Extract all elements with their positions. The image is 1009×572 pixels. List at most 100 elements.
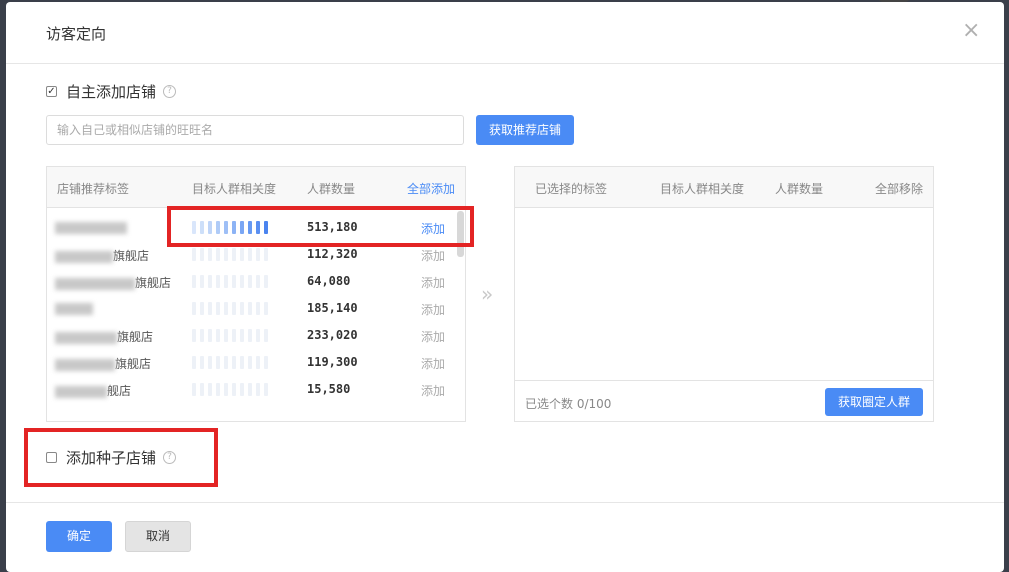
self-add-checkbox[interactable]: ✓ (46, 86, 57, 97)
table-row: 舰店 15,580 添加 (47, 376, 457, 403)
relevance-segment (200, 221, 204, 234)
relevance-segment (192, 221, 196, 234)
seed-store-label: 添加种子店铺 (66, 449, 157, 467)
col-audience-size: 人群数量 (775, 182, 824, 196)
relevance-segment (264, 356, 268, 369)
shop-name-suffix: 旗舰店 (113, 249, 150, 263)
relevance-segment (208, 302, 212, 315)
relevance-segment (256, 248, 260, 261)
add-link[interactable]: 添加 (421, 382, 445, 399)
shop-name: 旗舰店 (55, 328, 153, 345)
relevance-segment (224, 221, 228, 234)
relevance-segment (216, 302, 220, 315)
audience-count: 513,180 (307, 220, 358, 234)
visitor-targeting-dialog: 访客定向 × ✓ 自主添加店铺 ? 获取推荐店铺 店铺推荐标签 目标人群相关度 … (6, 2, 1004, 572)
relevance-segment (208, 248, 212, 261)
relevance-segment (232, 275, 236, 288)
add-link[interactable]: 添加 (421, 220, 445, 237)
relevance-segment (240, 329, 244, 342)
relevance-segment (256, 302, 260, 315)
col-relevance: 目标人群相关度 (660, 182, 745, 196)
relevance-segment (200, 383, 204, 396)
self-add-option[interactable]: ✓ 自主添加店铺 ? (46, 81, 177, 102)
relevance-segment (256, 356, 260, 369)
relevance-segment (256, 383, 260, 396)
relevance-segment (232, 356, 236, 369)
list-scrollbar[interactable] (457, 211, 464, 257)
relevance-segment (192, 302, 196, 315)
relevance-segment (264, 248, 268, 261)
add-link[interactable]: 添加 (421, 355, 445, 372)
help-icon[interactable]: ? (163, 451, 177, 464)
relevance-segment (248, 302, 252, 315)
relevance-meter (192, 248, 268, 261)
relevance-segment (216, 221, 220, 234)
col-selected-tag: 已选择的标签 (535, 182, 608, 196)
relevance-meter (192, 221, 268, 234)
add-link[interactable]: 添加 (421, 301, 445, 318)
right-table-header: 已选择的标签 目标人群相关度 人群数量 全部移除 (515, 167, 933, 208)
fetch-audience-button[interactable]: 获取圈定人群 (825, 388, 923, 416)
add-link[interactable]: 添加 (421, 274, 445, 291)
relevance-segment (200, 302, 204, 315)
col-shop-tag: 店铺推荐标签 (57, 182, 130, 196)
table-row: 185,140 添加 (47, 295, 457, 322)
relevance-segment (232, 221, 236, 234)
relevance-segment (232, 302, 236, 315)
redacted-shop-name (55, 331, 117, 344)
shop-name: 舰店 (55, 382, 131, 399)
relevance-segment (200, 248, 204, 261)
shop-name (55, 301, 93, 315)
relevance-segment (192, 248, 196, 261)
shop-search-input[interactable] (46, 115, 464, 145)
table-row: 旗舰店 112,320 添加 (47, 241, 457, 268)
relevance-segment (192, 383, 196, 396)
relevance-segment (264, 302, 268, 315)
help-icon[interactable]: ? (163, 85, 177, 98)
relevance-segment (216, 275, 220, 288)
seed-store-option[interactable]: 添加种子店铺 ? (46, 447, 177, 468)
relevance-segment (224, 329, 228, 342)
redacted-shop-name (55, 385, 107, 398)
relevance-segment (216, 329, 220, 342)
cancel-button[interactable]: 取消 (125, 521, 191, 552)
audience-count: 112,320 (307, 247, 358, 261)
relevance-segment (200, 329, 204, 342)
relevance-segment (248, 356, 252, 369)
header-divider (6, 63, 1004, 64)
close-icon[interactable]: × (962, 20, 980, 42)
relevance-segment (208, 275, 212, 288)
relevance-segment (200, 275, 204, 288)
add-link[interactable]: 添加 (421, 328, 445, 345)
relevance-segment (216, 383, 220, 396)
confirm-button[interactable]: 确定 (46, 521, 112, 552)
add-all-link[interactable]: 全部添加 (407, 180, 455, 197)
relevance-segment (224, 302, 228, 315)
redacted-shop-name (55, 250, 113, 263)
relevance-segment (224, 356, 228, 369)
relevance-segment (192, 356, 196, 369)
footer-divider (6, 502, 1004, 503)
seed-store-checkbox[interactable] (46, 452, 57, 463)
relevance-segment (248, 329, 252, 342)
dialog-title: 访客定向 (46, 25, 107, 43)
shop-name-suffix: 旗舰店 (135, 276, 172, 290)
relevance-segment (208, 383, 212, 396)
remove-all-link[interactable]: 全部移除 (875, 180, 923, 197)
audience-count: 185,140 (307, 301, 358, 315)
relevance-segment (240, 383, 244, 396)
table-row: 旗舰店 119,300 添加 (47, 349, 457, 376)
relevance-segment (248, 383, 252, 396)
relevance-segment (232, 248, 236, 261)
redacted-shop-name (55, 302, 93, 315)
recommended-shops-panel: 店铺推荐标签 目标人群相关度 人群数量 全部添加 513,180 添加 旗舰店 112… (46, 166, 466, 422)
relevance-segment (264, 275, 268, 288)
add-link[interactable]: 添加 (421, 247, 445, 264)
fetch-recommended-shops-button[interactable]: 获取推荐店铺 (476, 115, 574, 145)
relevance-segment (240, 248, 244, 261)
relevance-segment (216, 248, 220, 261)
col-relevance: 目标人群相关度 (192, 182, 277, 196)
selected-count: 已选个数 0/100 (525, 397, 612, 411)
relevance-segment (192, 275, 196, 288)
relevance-meter (192, 302, 268, 315)
